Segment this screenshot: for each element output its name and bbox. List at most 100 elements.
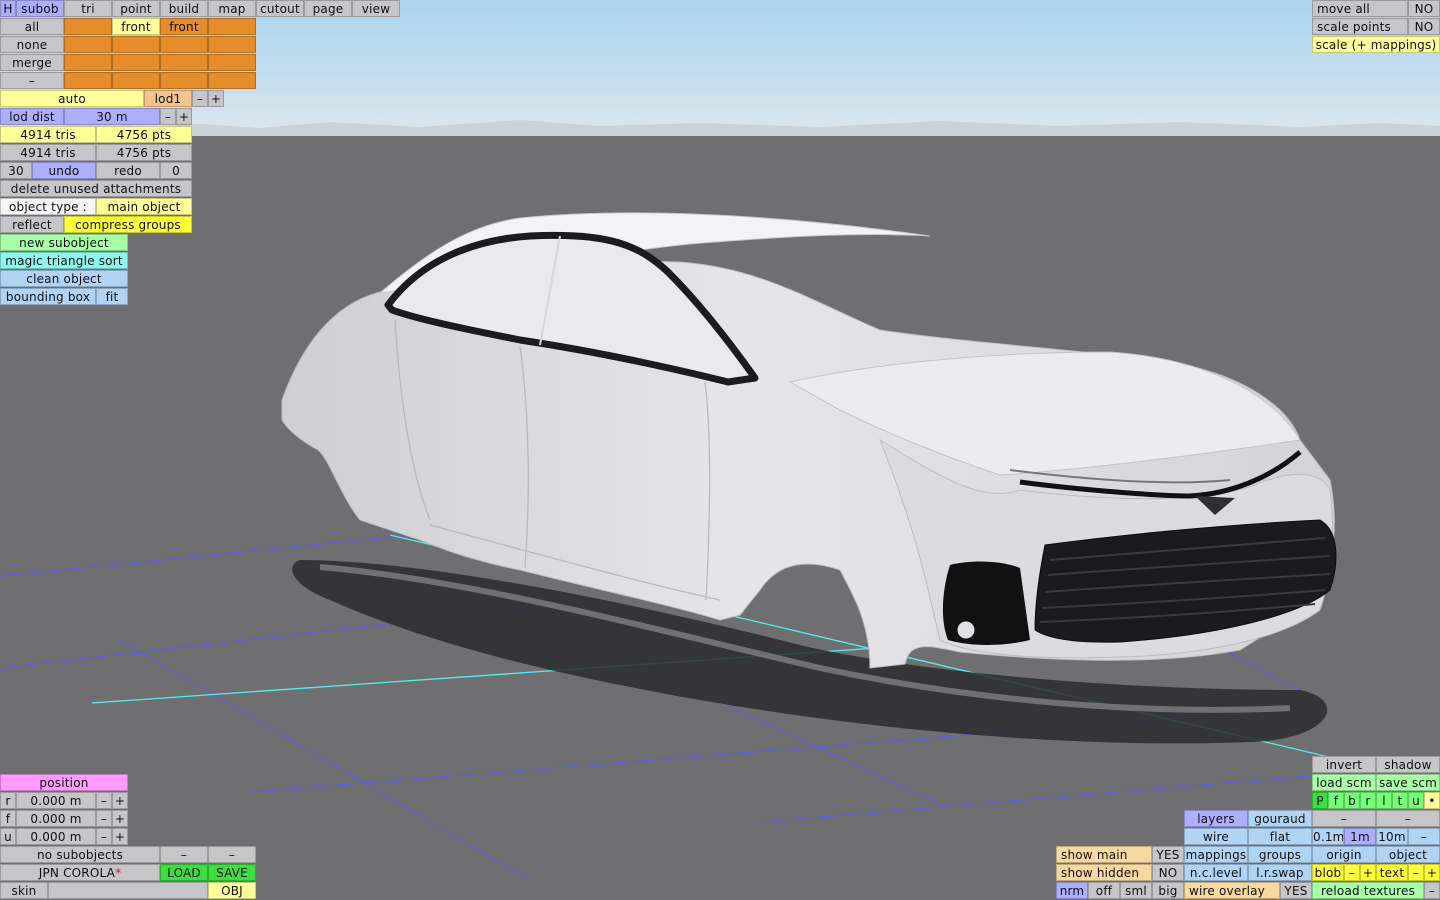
wire-button[interactable]: wire bbox=[1184, 828, 1248, 845]
l-r-swap-button[interactable]: l.r.swap bbox=[1248, 864, 1312, 881]
subob-slot[interactable] bbox=[208, 72, 256, 89]
nrm-button[interactable]: nrm bbox=[1056, 882, 1088, 899]
subobject-next-button[interactable]: – bbox=[208, 846, 256, 863]
wire-overlay-value[interactable]: YES bbox=[1280, 882, 1312, 899]
subob-slot[interactable] bbox=[208, 36, 256, 53]
blob-minus-button[interactable]: – bbox=[1344, 864, 1360, 881]
model-name-field[interactable]: JPN COROLA* bbox=[0, 864, 160, 881]
subob-slot[interactable] bbox=[64, 18, 112, 35]
reload-textures-button[interactable]: reload textures bbox=[1312, 882, 1424, 899]
new-subobject-button[interactable]: new subobject bbox=[0, 234, 128, 251]
compress-groups-button[interactable]: compress groups bbox=[64, 216, 192, 233]
position-r-plus[interactable]: + bbox=[112, 792, 128, 809]
position-r-value[interactable]: 0.000 m bbox=[16, 792, 96, 809]
object-button[interactable]: object bbox=[1376, 846, 1440, 863]
skin-button[interactable]: skin bbox=[0, 882, 48, 899]
flag-p[interactable]: P bbox=[1312, 792, 1328, 809]
flag-dot[interactable]: • bbox=[1424, 792, 1440, 809]
subob-slot[interactable] bbox=[112, 72, 160, 89]
tab-point[interactable]: point bbox=[112, 0, 160, 17]
wire-overlay-button[interactable]: wire overlay bbox=[1184, 882, 1280, 899]
subob-slot-front[interactable]: front bbox=[112, 18, 160, 35]
n-c-level-button[interactable]: n.c.level bbox=[1184, 864, 1248, 881]
text-minus-button[interactable]: – bbox=[1408, 864, 1424, 881]
tab-view[interactable]: view bbox=[352, 0, 400, 17]
reflect-button[interactable]: reflect bbox=[0, 216, 64, 233]
shadow-button[interactable]: shadow bbox=[1376, 756, 1440, 773]
show-hidden-button[interactable]: show hidden bbox=[1056, 864, 1152, 881]
position-u-value[interactable]: 0.000 m bbox=[16, 828, 96, 845]
flag-r[interactable]: r bbox=[1360, 792, 1376, 809]
subobject-list[interactable]: no subobjects bbox=[0, 846, 160, 863]
load-scm-button[interactable]: load scm bbox=[1312, 774, 1376, 791]
position-r-minus[interactable]: – bbox=[96, 792, 112, 809]
gouraud-button[interactable]: gouraud bbox=[1248, 810, 1312, 827]
save-scm-button[interactable]: save scm bbox=[1376, 774, 1440, 791]
big-button[interactable]: big bbox=[1152, 882, 1184, 899]
step-1m-button[interactable]: 1m bbox=[1344, 828, 1376, 845]
subob-slot-front[interactable]: front bbox=[160, 18, 208, 35]
tab-tri[interactable]: tri bbox=[64, 0, 112, 17]
subob-slot[interactable] bbox=[64, 72, 112, 89]
tab-build[interactable]: build bbox=[160, 0, 208, 17]
blob-button[interactable]: blob bbox=[1312, 864, 1344, 881]
lod-auto-button[interactable]: auto bbox=[0, 90, 144, 107]
off-button[interactable]: off bbox=[1088, 882, 1120, 899]
lod-level-button[interactable]: lod1 bbox=[144, 90, 192, 107]
select-all-button[interactable]: all bbox=[0, 18, 64, 35]
position-f-minus[interactable]: – bbox=[96, 810, 112, 827]
subob-slot[interactable] bbox=[64, 36, 112, 53]
mappings-button[interactable]: mappings bbox=[1184, 846, 1248, 863]
load-button[interactable]: LOAD bbox=[160, 864, 208, 881]
tab-map[interactable]: map bbox=[208, 0, 256, 17]
move-all-button[interactable]: move all bbox=[1312, 0, 1408, 17]
flag-b[interactable]: b bbox=[1344, 792, 1360, 809]
lod-minus-button[interactable]: – bbox=[192, 90, 208, 107]
subob-slot[interactable] bbox=[112, 36, 160, 53]
flag-f[interactable]: f bbox=[1328, 792, 1344, 809]
flag-u[interactable]: u bbox=[1408, 792, 1424, 809]
tab-page[interactable]: page bbox=[304, 0, 352, 17]
position-f-plus[interactable]: + bbox=[112, 810, 128, 827]
show-main-button[interactable]: show main bbox=[1056, 846, 1152, 863]
lod-dist-minus-button[interactable]: – bbox=[160, 108, 176, 125]
scale-points-button[interactable]: scale points bbox=[1312, 18, 1408, 35]
step-plus-button[interactable]: – bbox=[1376, 810, 1440, 827]
layers-button[interactable]: layers bbox=[1184, 810, 1248, 827]
magic-triangle-sort-button[interactable]: magic triangle sort bbox=[0, 252, 128, 269]
save-button[interactable]: SAVE bbox=[208, 864, 256, 881]
subob-slot[interactable] bbox=[112, 54, 160, 71]
text-button[interactable]: text bbox=[1376, 864, 1408, 881]
subob-slot[interactable] bbox=[64, 54, 112, 71]
move-all-value[interactable]: NO bbox=[1408, 0, 1440, 17]
position-u-plus[interactable]: + bbox=[112, 828, 128, 845]
lod-dist-plus-button[interactable]: + bbox=[176, 108, 192, 125]
show-hidden-value[interactable]: NO bbox=[1152, 864, 1184, 881]
sml-button[interactable]: sml bbox=[1120, 882, 1152, 899]
subob-slot[interactable] bbox=[208, 18, 256, 35]
step-0-1m-button[interactable]: 0.1m bbox=[1312, 828, 1344, 845]
tab-subob[interactable]: subob bbox=[16, 0, 64, 17]
subobject-prev-button[interactable]: – bbox=[160, 846, 208, 863]
subob-slot[interactable] bbox=[208, 54, 256, 71]
viewport-3d[interactable] bbox=[0, 0, 1440, 900]
step-minus-small-button[interactable]: – bbox=[1408, 828, 1440, 845]
flag-t[interactable]: t bbox=[1392, 792, 1408, 809]
select-none-button[interactable]: none bbox=[0, 36, 64, 53]
subob-slot[interactable] bbox=[160, 36, 208, 53]
scale-mappings-button[interactable]: scale (+ mappings) bbox=[1312, 36, 1440, 53]
invert-button[interactable]: invert bbox=[1312, 756, 1376, 773]
position-f-value[interactable]: 0.000 m bbox=[16, 810, 96, 827]
h-button[interactable]: H bbox=[0, 0, 16, 17]
clean-object-button[interactable]: clean object bbox=[0, 270, 128, 287]
subob-slot[interactable] bbox=[160, 72, 208, 89]
scale-points-value[interactable]: NO bbox=[1408, 18, 1440, 35]
fit-button[interactable]: fit bbox=[96, 288, 128, 305]
dash-button[interactable]: – bbox=[0, 72, 64, 89]
lod-plus-button[interactable]: + bbox=[208, 90, 224, 107]
object-type-select[interactable]: main object bbox=[96, 198, 192, 215]
merge-button[interactable]: merge bbox=[0, 54, 64, 71]
redo-button[interactable]: redo bbox=[96, 162, 160, 179]
origin-button[interactable]: origin bbox=[1312, 846, 1376, 863]
position-u-minus[interactable]: – bbox=[96, 828, 112, 845]
